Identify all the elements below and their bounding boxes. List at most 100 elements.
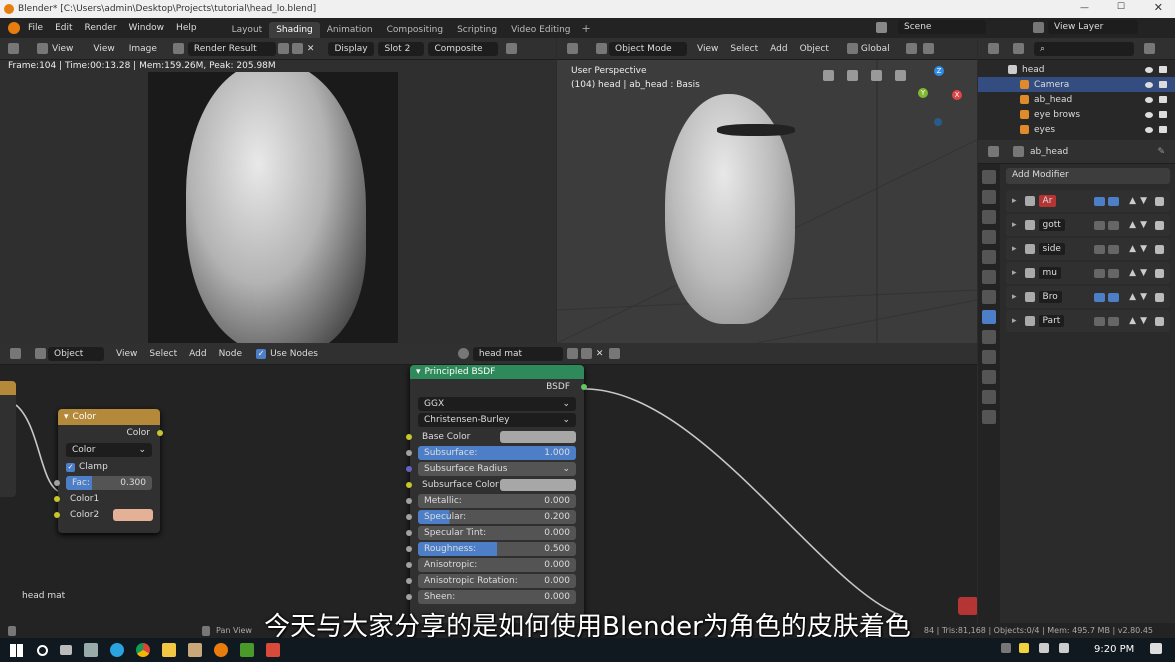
menu-render[interactable]: Render [85,23,117,33]
use-nodes-checkbox[interactable]: ✓ [256,348,267,359]
viewport-toggle-icon[interactable] [1108,244,1120,254]
move-down-icon[interactable]: ▼ [1140,196,1147,206]
shader-type-icon[interactable] [35,348,46,359]
viewport-toggle-icon[interactable] [1108,196,1120,206]
color2-swatch[interactable] [113,509,154,521]
move-down-icon[interactable]: ▼ [1140,292,1147,302]
expand-icon[interactable]: ▸ [1012,244,1017,254]
modifier-name[interactable]: mu [1038,267,1062,279]
base-color-swatch[interactable] [500,431,576,443]
fac-socket[interactable] [54,480,60,486]
outliner-editor-icon[interactable] [988,43,999,54]
move-down-icon[interactable]: ▼ [1140,244,1147,254]
subsurface-radius-socket[interactable] [406,466,412,472]
workspace-tab-shading[interactable]: Shading [269,22,320,38]
move-up-icon[interactable]: ▲ [1129,316,1136,326]
snap-icon[interactable] [905,43,917,54]
image-menu-view2[interactable]: View [93,44,114,54]
distribution-dropdown[interactable]: GGX ⌄ [418,397,576,411]
bsdf-collapse-icon[interactable]: ▾ [416,367,421,377]
visibility-eye-icon[interactable] [1145,126,1153,133]
pin-icon[interactable]: ✎ [1157,147,1165,157]
menu-file[interactable]: File [28,23,43,33]
viewport-editor-type-icon[interactable] [567,43,578,54]
image-menu-view[interactable]: View [52,44,73,54]
add-modifier-dropdown[interactable]: Add Modifier [1006,168,1170,184]
view-layer-icon[interactable] [1033,22,1044,33]
specular-tint-socket[interactable] [406,530,412,536]
bsdf-output-socket[interactable] [581,384,587,390]
volume-icon[interactable] [1059,643,1069,653]
expand-icon[interactable]: ▸ [1012,316,1017,326]
image-menu-image[interactable]: Image [129,44,157,54]
render-toggle-icon[interactable] [1094,316,1106,326]
specular-tint-slider[interactable]: Specular Tint: 0.000 [418,526,576,540]
render-toggle-icon[interactable] [1094,244,1106,254]
particles-tab-icon[interactable] [982,330,996,344]
taskbar-app-1-icon[interactable] [84,643,98,657]
new-image-icon[interactable] [277,43,289,54]
modifier-options-icon[interactable] [1155,220,1164,230]
modifier-options-icon[interactable] [1155,196,1164,206]
notification-icon[interactable] [1150,643,1162,654]
viewport-toggle-icon[interactable] [1108,316,1120,326]
open-image-icon[interactable] [291,43,303,54]
taskbar-app-4-icon[interactable] [266,643,280,657]
modifier-name[interactable]: side [1038,243,1065,255]
image-editor-area[interactable]: Frame:104 | Time:00:13.28 | Mem:159.26M,… [0,60,556,343]
visibility-eye-icon[interactable] [1145,81,1153,88]
subsurface-method-dropdown[interactable]: Christensen-Burley ⌄ [418,413,576,427]
fac-slider[interactable]: Fac: 0.300 [66,476,152,490]
expand-icon[interactable]: ▸ [1012,292,1017,302]
render-toggle-icon[interactable] [1094,268,1106,278]
move-up-icon[interactable]: ▲ [1129,196,1136,206]
principled-bsdf-node[interactable]: ▾ Principled BSDF BSDF GGX ⌄ Christensen-… [406,365,587,623]
outliner-item[interactable]: head [978,62,1175,77]
modifier-row[interactable]: ▸ Part ▲ ▼ [1006,310,1170,332]
unlink-image-icon[interactable]: ✕ [307,44,315,54]
display-mode-icon[interactable] [1013,43,1024,54]
sheen-socket[interactable] [406,594,412,600]
slot-dropdown[interactable]: Slot 2 [378,41,425,56]
material-slot-icon[interactable] [457,348,469,359]
workspace-tab-video-editing[interactable]: Video Editing [504,22,577,38]
modifier-options-icon[interactable] [1155,316,1164,326]
modifier-options-icon[interactable] [1155,292,1164,302]
collapse-icon[interactable]: ▾ [64,412,69,422]
move-up-icon[interactable]: ▲ [1129,268,1136,278]
modifier-row[interactable]: ▸ Bro ▲ ▼ [1006,286,1170,308]
move-up-icon[interactable]: ▲ [1129,244,1136,254]
view-layer-field[interactable]: View Layer [1048,20,1138,34]
object-mode-dropdown[interactable]: Object Mode [609,41,687,56]
gizmo-neg-z[interactable] [934,118,942,126]
world-tab-icon[interactable] [982,270,996,284]
metallic-socket[interactable] [406,498,412,504]
node-editor-type-icon[interactable] [10,348,21,359]
color-node-header[interactable]: ▾ Color [58,409,160,425]
image-browse-icon[interactable] [172,43,184,54]
add-workspace-icon[interactable]: + [582,22,591,35]
proportional-edit-icon[interactable] [922,43,934,54]
expand-icon[interactable]: ▸ [1012,196,1017,206]
move-down-icon[interactable]: ▼ [1140,268,1147,278]
outliner-item[interactable]: eyes [978,122,1175,137]
tray-app-icon[interactable] [1019,643,1029,653]
modifier-row[interactable]: ▸ mu ▲ ▼ [1006,262,1170,284]
render-toggle-icon[interactable] [1094,292,1106,302]
clamp-checkbox[interactable]: ✓ [66,462,75,472]
anisotropic-slider[interactable]: Anisotropic: 0.000 [418,558,576,572]
viewport-toggle-icon[interactable] [1108,268,1120,278]
workspace-tab-layout[interactable]: Layout [225,22,270,38]
gizmo-x-axis[interactable]: X [952,90,962,100]
visibility-eye-icon[interactable] [1145,96,1153,103]
data-tab-icon[interactable] [982,390,996,404]
visibility-eye-icon[interactable] [1145,111,1153,118]
blender-menu-icon[interactable] [8,22,20,34]
node-menu-view[interactable]: View [116,349,137,359]
duplicate-material-icon[interactable] [580,348,592,359]
material-output-node-edge[interactable] [958,597,977,615]
modifier-name[interactable]: Bro [1038,291,1062,303]
chrome-icon[interactable] [136,643,150,657]
file-explorer-icon[interactable] [162,643,176,657]
render-camera-icon[interactable] [1159,96,1167,103]
